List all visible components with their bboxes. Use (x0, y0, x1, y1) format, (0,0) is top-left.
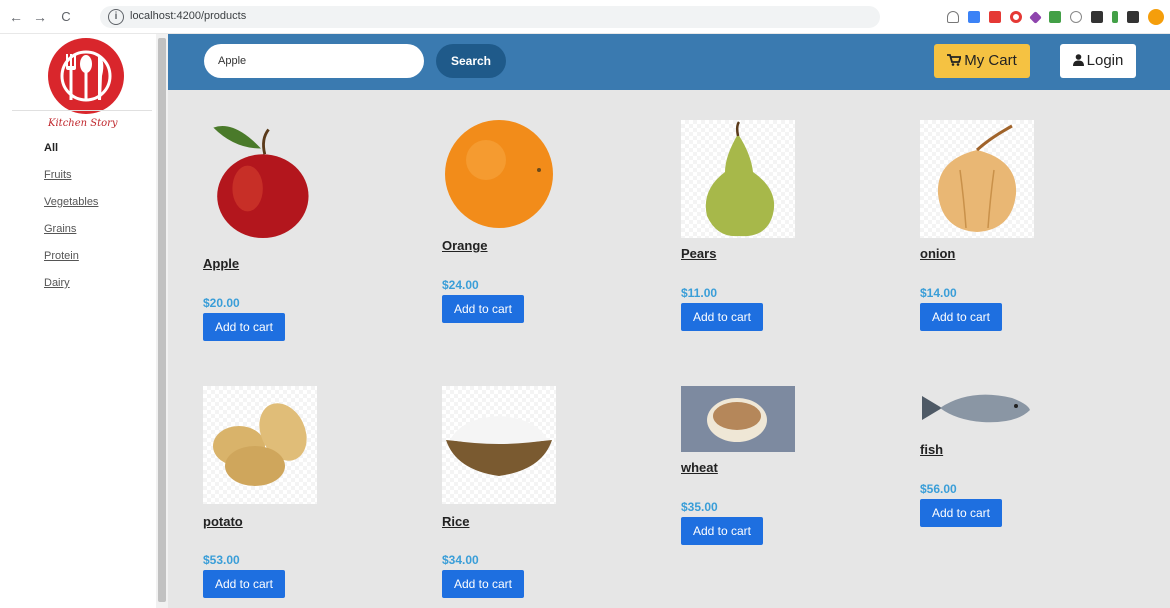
url-text[interactable]: localhost:4200/products (130, 10, 246, 22)
category-list: All Fruits Vegetables Grains Protein Dai… (44, 142, 98, 304)
product-card-wheat: wheat $35.00 Add to cart (681, 386, 801, 600)
potato-image (203, 386, 317, 504)
onion-image (920, 120, 1034, 238)
kitchen-story-logo (48, 38, 124, 114)
add-to-cart-button[interactable]: Add to cart (442, 295, 524, 323)
pear-image (681, 120, 795, 238)
globe-icon[interactable] (1070, 11, 1082, 23)
search-input[interactable] (204, 44, 424, 78)
scrollbar-thumb[interactable] (158, 38, 166, 602)
apple-image (213, 126, 309, 238)
add-to-cart-button[interactable]: Add to cart (442, 570, 524, 598)
product-price: $53.00 (203, 553, 240, 567)
cart-label: My Cart (964, 52, 1017, 69)
product-card-fish: fish $56.00 Add to cart (920, 386, 1040, 600)
category-fruits[interactable]: Fruits (44, 169, 98, 183)
vpn-icon[interactable] (1029, 10, 1042, 24)
rice-image (442, 386, 556, 504)
product-card-potato: potato $53.00 Add to cart (203, 386, 323, 600)
star-icon[interactable] (947, 11, 959, 23)
search-button[interactable]: Search (436, 44, 506, 78)
profile-icon[interactable] (1148, 9, 1164, 25)
extension-icon[interactable] (1049, 11, 1061, 23)
product-name[interactable]: onion (920, 246, 955, 261)
product-price: $14.00 (920, 286, 957, 300)
add-to-cart-button[interactable]: Add to cart (681, 303, 763, 331)
wheat-image (681, 386, 795, 452)
add-to-cart-button[interactable]: Add to cart (681, 517, 763, 545)
orange-image (445, 120, 553, 228)
info-icon[interactable]: i (108, 9, 124, 25)
my-cart-button[interactable]: My Cart (934, 44, 1030, 78)
browser-toolbar: ← → C i localhost:4200/products (0, 0, 1170, 34)
product-price: $35.00 (681, 500, 718, 514)
opera-icon[interactable] (1010, 11, 1022, 23)
cart-icon (947, 54, 962, 66)
login-button[interactable]: Login (1060, 44, 1136, 78)
category-protein[interactable]: Protein (44, 250, 98, 264)
product-name[interactable]: wheat (681, 460, 718, 475)
product-price: $11.00 (681, 286, 718, 300)
product-name[interactable]: Orange (442, 238, 488, 253)
pin-icon[interactable] (1112, 11, 1118, 23)
fish-image (922, 394, 1030, 423)
product-card-rice: Rice $34.00 Add to cart (442, 386, 562, 600)
product-price: $24.00 (442, 278, 479, 292)
product-card-apple: Apple $20.00 Add to cart (203, 120, 323, 350)
puzzle-icon[interactable] (1127, 11, 1139, 23)
product-grid: Apple $20.00 Add to cart Orange $24.00 A… (168, 90, 1170, 608)
category-all[interactable]: All (44, 142, 98, 156)
back-icon[interactable]: ← (8, 9, 24, 25)
briefcase-icon[interactable] (989, 11, 1001, 23)
logo-divider (12, 110, 152, 111)
user-icon (1072, 54, 1084, 66)
speaker-icon[interactable] (968, 11, 980, 23)
forward-icon[interactable]: → (32, 9, 48, 25)
product-card-orange: Orange $24.00 Add to cart (442, 120, 562, 350)
address-bar[interactable]: i localhost:4200/products (100, 6, 880, 28)
product-price: $56.00 (920, 482, 957, 496)
top-navbar: Search My Cart Login (168, 34, 1170, 90)
product-card-pears: Pears $11.00 Add to cart (681, 120, 801, 350)
product-price: $34.00 (442, 553, 479, 567)
add-to-cart-button[interactable]: Add to cart (203, 313, 285, 341)
product-name[interactable]: Rice (442, 514, 469, 529)
category-dairy[interactable]: Dairy (44, 277, 98, 291)
sidebar: Kitchen Story All Fruits Vegetables Grai… (0, 34, 156, 608)
add-to-cart-button[interactable]: Add to cart (920, 499, 1002, 527)
sidebar-scrollbar[interactable] (156, 34, 168, 608)
product-name[interactable]: fish (920, 442, 943, 457)
document-icon[interactable] (1091, 11, 1103, 23)
reload-icon[interactable]: C (58, 9, 74, 25)
login-label: Login (1086, 52, 1124, 69)
add-to-cart-button[interactable]: Add to cart (920, 303, 1002, 331)
product-card-onion: onion $14.00 Add to cart (920, 120, 1040, 350)
category-grains[interactable]: Grains (44, 223, 98, 237)
product-price: $20.00 (203, 296, 240, 310)
product-name[interactable]: Pears (681, 246, 716, 261)
category-vegetables[interactable]: Vegetables (44, 196, 98, 210)
product-name[interactable]: Apple (203, 256, 239, 271)
product-name[interactable]: potato (203, 514, 243, 529)
logo-text: Kitchen Story (48, 118, 118, 129)
add-to-cart-button[interactable]: Add to cart (203, 570, 285, 598)
extension-icons (947, 9, 1164, 25)
